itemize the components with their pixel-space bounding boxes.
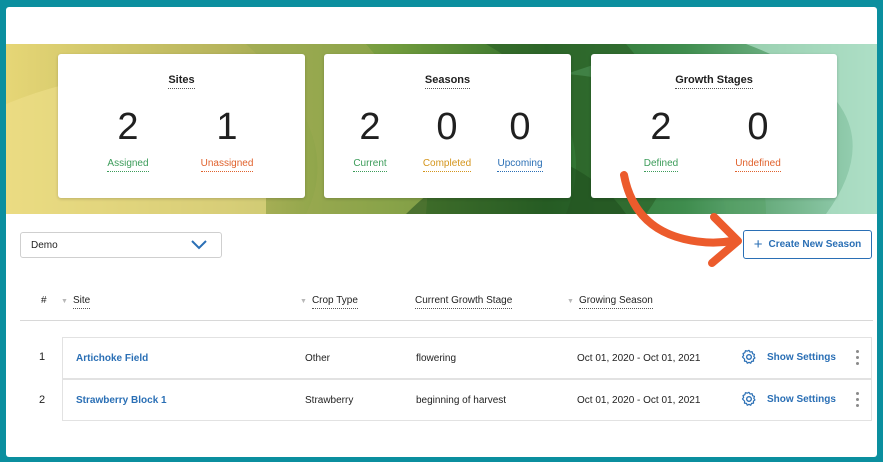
stat-label: Unassigned (192, 158, 262, 172)
stat-label: Upcoming (490, 158, 550, 172)
gear-icon (741, 391, 756, 406)
growing-season-cell: Oct 01, 2020 - Oct 01, 2021 (577, 353, 701, 364)
column-header-crop-type[interactable]: ▼ Crop Type (300, 295, 358, 309)
show-settings-label: Show Settings (767, 393, 836, 405)
sites-summary-card: Sites 2 Assigned 1 Unassigned (58, 54, 305, 198)
card-title: Seasons (324, 74, 571, 89)
column-header-index: # (41, 295, 47, 306)
stat-upcoming: 0 Upcoming (490, 104, 550, 172)
column-header-site[interactable]: ▼ Site (61, 295, 91, 309)
sort-icon: ▼ (300, 298, 307, 305)
crop-type-cell: Strawberry (305, 395, 354, 406)
header-divider (20, 320, 873, 321)
stat-label: Completed (412, 158, 482, 172)
growing-season-cell: Oct 01, 2020 - Oct 01, 2021 (577, 395, 701, 406)
stat-unassigned: 1 Unassigned (192, 104, 262, 172)
more-options-icon[interactable] (856, 350, 859, 368)
stat-label: Current (340, 158, 400, 172)
stat-current: 2 Current (340, 104, 400, 172)
row-index: 1 (39, 351, 46, 363)
stat-value: 0 (509, 106, 531, 148)
stat-value: 2 (650, 106, 672, 148)
show-settings-button[interactable]: Show Settings (741, 349, 836, 365)
site-group-dropdown[interactable]: Demo (20, 232, 222, 258)
column-header-growth-stage[interactable]: Current Growth Stage (415, 295, 513, 309)
growth-stage-cell: flowering (416, 353, 457, 364)
seasons-summary-card: Seasons 2 Current 0 Completed 0 Upcoming (324, 54, 571, 198)
card-title: Growth Stages (591, 74, 837, 89)
sort-icon: ▼ (61, 298, 68, 305)
chevron-down-icon (191, 240, 207, 250)
dropdown-value: Demo (31, 240, 58, 251)
table-row: Strawberry Block 1 Strawberry beginning … (62, 379, 872, 421)
annotation-arrow-icon (620, 171, 742, 267)
app-frame: Sites 2 Assigned 1 Unassigned Seasons 2 … (6, 7, 877, 457)
column-header-growing-season[interactable]: ▼ Growing Season (567, 295, 653, 309)
stat-value: 2 (117, 106, 139, 148)
card-title: Sites (58, 74, 305, 89)
site-link[interactable]: Artichoke Field (76, 353, 148, 364)
show-settings-button[interactable]: Show Settings (741, 391, 836, 407)
stat-value: 0 (747, 106, 769, 148)
stat-defined: 2 Defined (631, 104, 691, 172)
stat-value: 0 (436, 106, 458, 148)
stat-value: 2 (359, 106, 381, 148)
table-row: Artichoke Field Other flowering Oct 01, … (62, 337, 872, 379)
plus-icon: + (753, 235, 763, 253)
stat-value: 1 (216, 106, 238, 148)
growth-stage-cell: beginning of harvest (416, 395, 507, 406)
show-settings-label: Show Settings (767, 351, 836, 363)
stat-completed: 0 Completed (412, 104, 482, 172)
create-new-season-button[interactable]: + Create New Season (743, 230, 872, 259)
stat-label: Assigned (98, 158, 158, 172)
stat-undefined: 0 Undefined (723, 104, 793, 172)
more-options-icon[interactable] (856, 392, 859, 410)
gear-icon (741, 349, 756, 364)
site-link[interactable]: Strawberry Block 1 (76, 395, 167, 406)
row-index: 2 (39, 394, 46, 406)
sort-icon: ▼ (567, 298, 574, 305)
stat-assigned: 2 Assigned (98, 104, 158, 172)
crop-type-cell: Other (305, 353, 331, 364)
create-new-season-label: Create New Season (768, 239, 862, 250)
